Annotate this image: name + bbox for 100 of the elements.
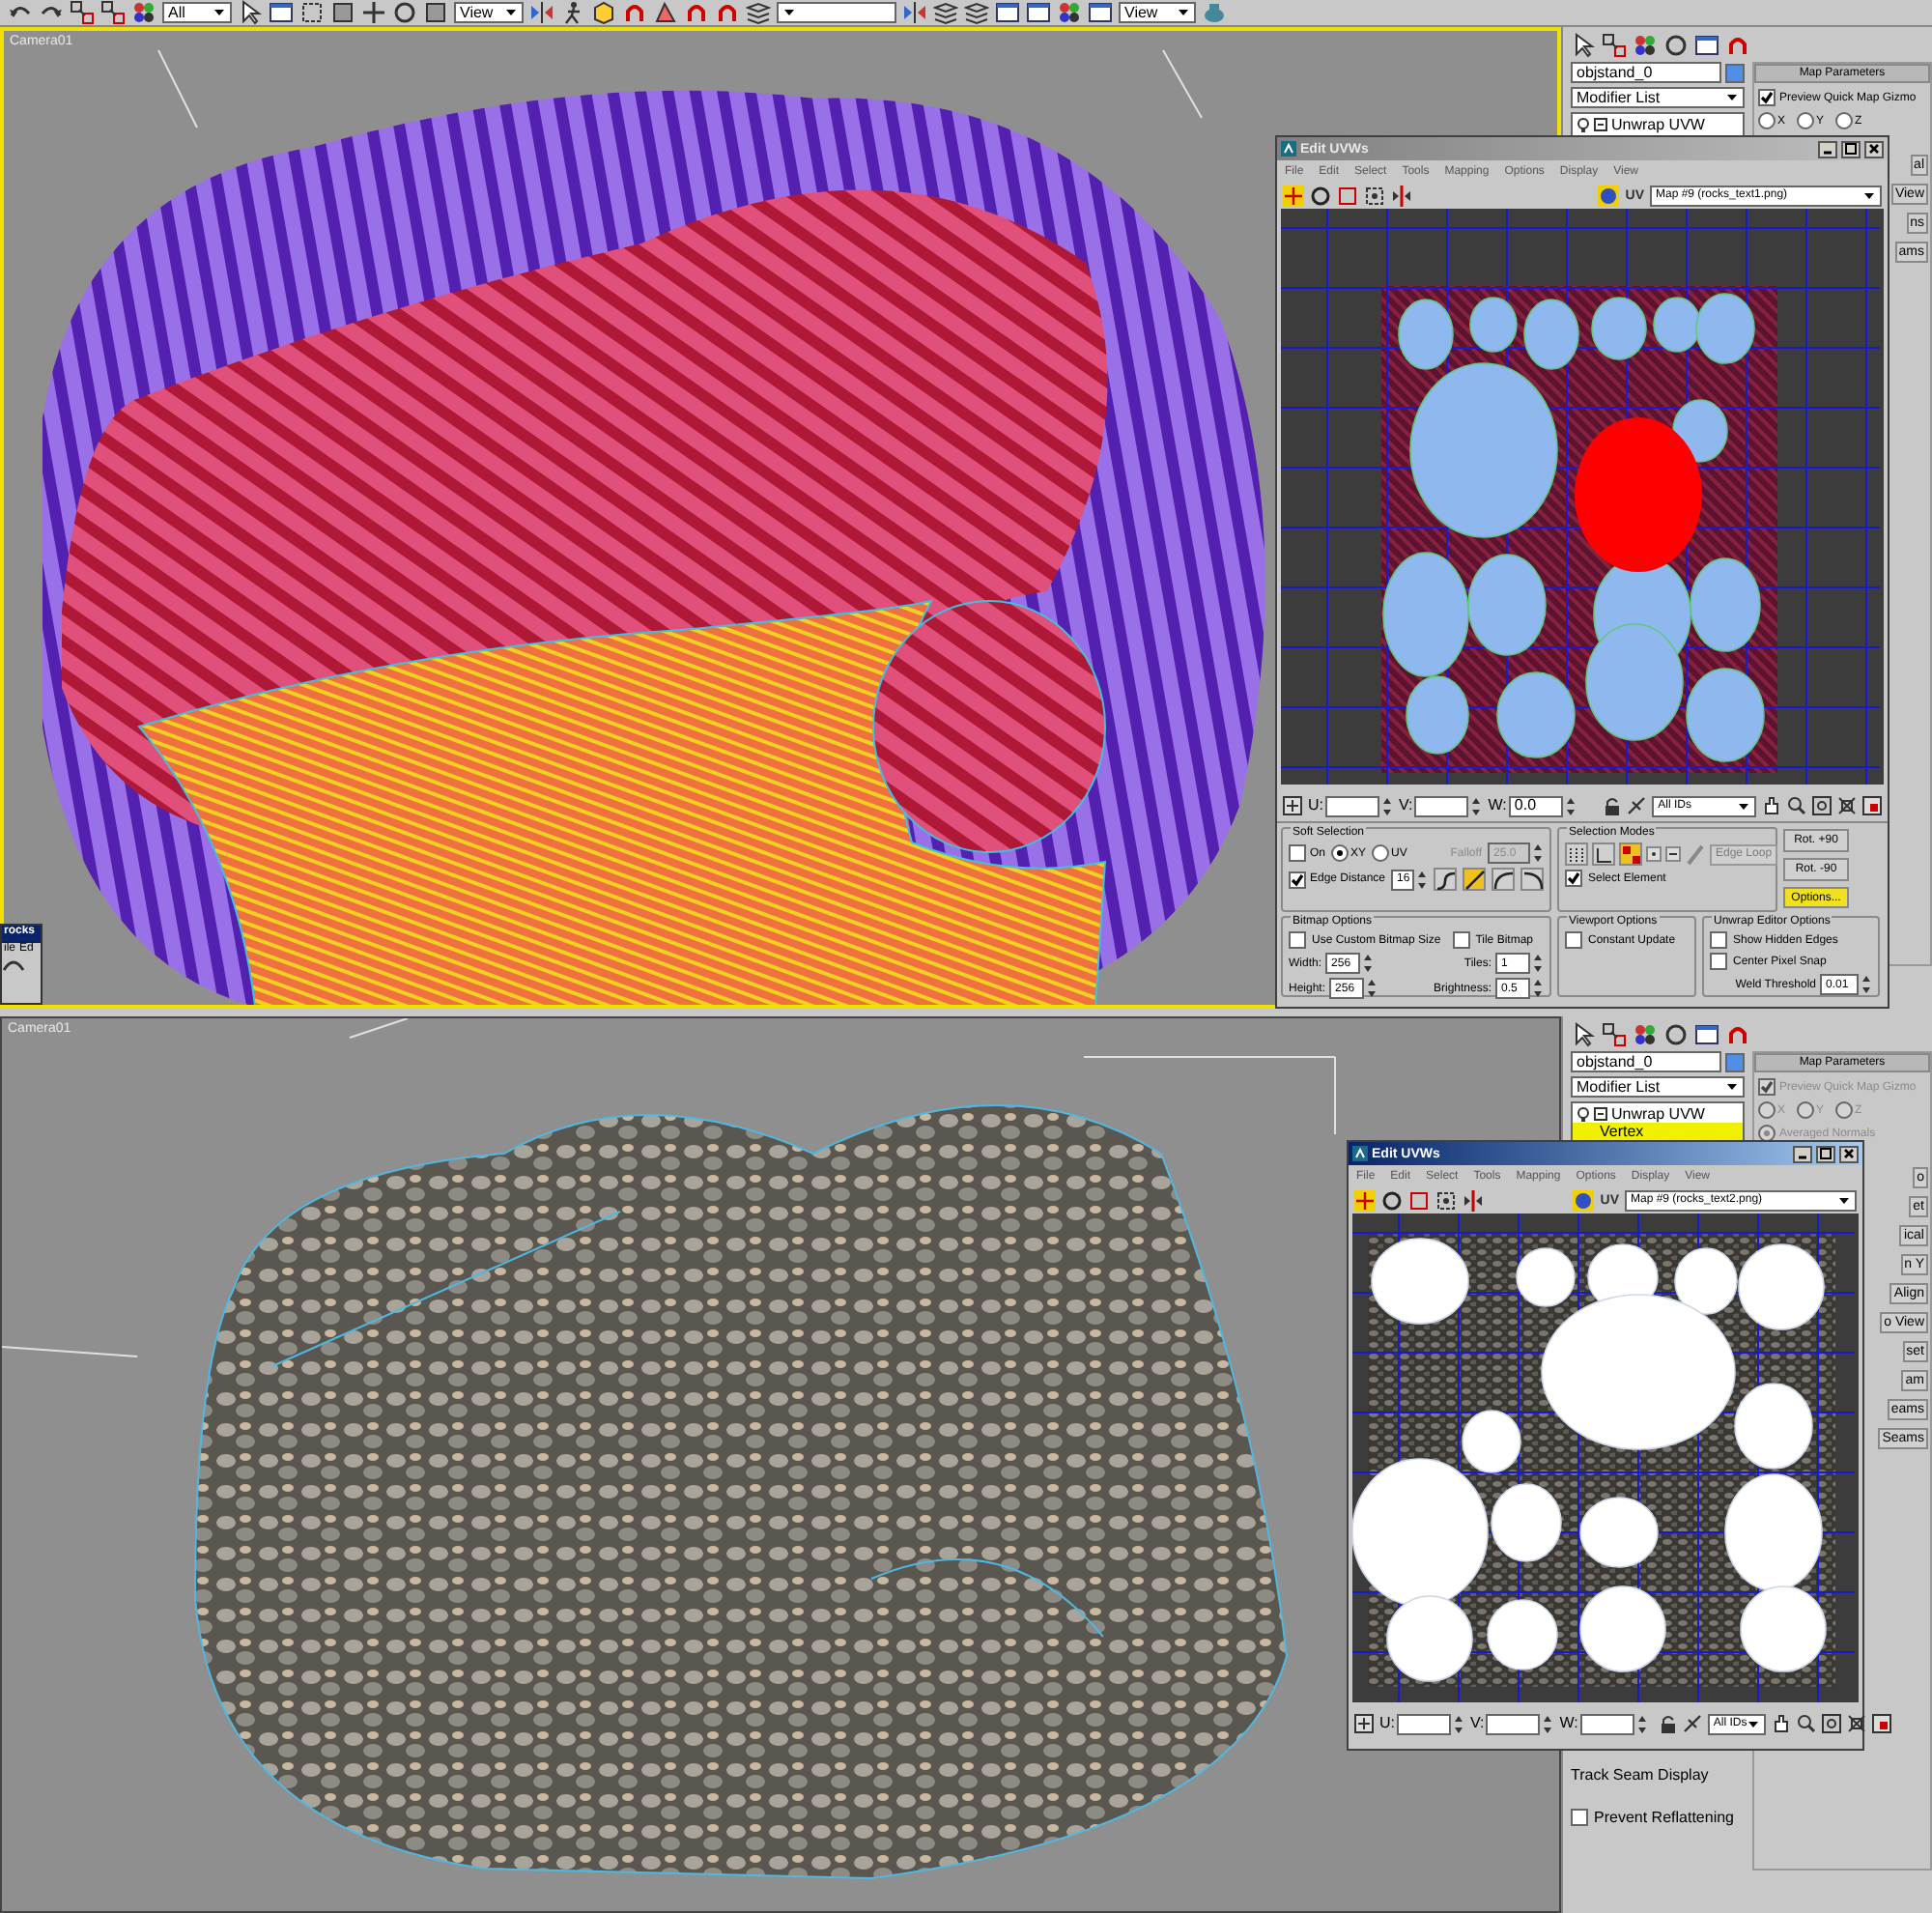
- spinner-arrows-icon[interactable]: [1381, 795, 1393, 816]
- spinner-arrows-icon[interactable]: [1366, 978, 1378, 999]
- spinner-arrows-icon[interactable]: [1362, 953, 1375, 974]
- caret-icon[interactable]: [782, 6, 796, 19]
- magnet-icon[interactable]: [622, 0, 647, 25]
- falloff-curve-button[interactable]: [1434, 868, 1458, 891]
- checkbox[interactable]: [1289, 931, 1306, 949]
- mirror-icon[interactable]: [902, 0, 927, 25]
- pan-hand-icon[interactable]: [1772, 1714, 1792, 1733]
- checkbox[interactable]: [1452, 931, 1470, 949]
- modifier-list-dropdown[interactable]: Modifier List: [1571, 1076, 1745, 1098]
- checkbox[interactable]: [1571, 1809, 1588, 1826]
- scale-tool-icon[interactable]: [1408, 1189, 1430, 1211]
- mirror-tool-icon[interactable]: [1463, 1189, 1484, 1211]
- magnet-icon[interactable]: [684, 0, 709, 25]
- link-icon[interactable]: [70, 0, 95, 25]
- caret-icon[interactable]: [1862, 188, 1876, 202]
- absolute-offset-icon[interactable]: [1354, 1714, 1374, 1733]
- window-button[interactable]: [1818, 140, 1837, 157]
- texture-toggle-icon[interactable]: [1862, 796, 1882, 815]
- dropdown[interactable]: [777, 2, 896, 23]
- move-icon[interactable]: [361, 0, 386, 25]
- rotate-tab-icon[interactable]: [1663, 33, 1689, 58]
- falloff-curve-button[interactable]: [1492, 868, 1516, 891]
- rotate-icon[interactable]: [392, 0, 417, 25]
- selection-rectangle-icon[interactable]: [299, 0, 325, 25]
- spheres-tab-icon[interactable]: [1633, 33, 1658, 58]
- cursor-tab-icon[interactable]: [1571, 1022, 1596, 1047]
- layers-icon[interactable]: [746, 0, 771, 25]
- window-button[interactable]: [1793, 1145, 1812, 1162]
- window-tab-icon[interactable]: [1694, 33, 1719, 58]
- link-icon[interactable]: [100, 0, 126, 25]
- checkbox[interactable]: [1289, 844, 1306, 862]
- layers-icon[interactable]: [964, 0, 989, 25]
- move-tool-icon[interactable]: [1283, 185, 1304, 206]
- zoom-region-icon[interactable]: [1822, 1714, 1842, 1733]
- spinner-arrows-icon[interactable]: [1861, 974, 1872, 995]
- spinner-field[interactable]: 0.0: [1508, 795, 1563, 816]
- globe-icon[interactable]: [1598, 185, 1620, 206]
- window-button[interactable]: [1816, 1145, 1835, 1162]
- lock-icon[interactable]: [1604, 796, 1622, 815]
- object-name-field[interactable]: objstand_0: [1571, 1051, 1721, 1072]
- selection-mode-button[interactable]: [1592, 842, 1615, 866]
- spinner-arrows-icon[interactable]: [1635, 1713, 1648, 1734]
- caret-icon[interactable]: [213, 6, 226, 19]
- absolute-offset-icon[interactable]: [1283, 796, 1302, 815]
- checkbox[interactable]: [1710, 931, 1727, 949]
- stack-item[interactable]: Vertex: [1573, 1123, 1743, 1140]
- window-icon[interactable]: [995, 0, 1020, 25]
- spinner-arrows-icon[interactable]: [1564, 795, 1577, 816]
- radio-button[interactable]: [1835, 1101, 1854, 1119]
- caret-icon[interactable]: [1737, 799, 1750, 813]
- radio-button[interactable]: [1372, 844, 1390, 862]
- zoom-extents-icon[interactable]: [1847, 1714, 1867, 1733]
- caret-icon[interactable]: [1177, 6, 1190, 19]
- window-button[interactable]: [1864, 140, 1884, 157]
- spinner-arrows-icon[interactable]: [1470, 795, 1483, 816]
- magnet-tab-icon[interactable]: [1725, 33, 1750, 58]
- checkbox[interactable]: [1565, 931, 1582, 949]
- link-tab-icon[interactable]: [1602, 1022, 1627, 1047]
- radio-button[interactable]: [1797, 1101, 1815, 1119]
- cursor-tab-icon[interactable]: [1571, 33, 1596, 58]
- radio-button[interactable]: [1758, 112, 1776, 129]
- pan-hand-icon[interactable]: [1762, 796, 1781, 815]
- falloff-curve-button[interactable]: [1463, 868, 1487, 891]
- spinner-field[interactable]: [1414, 795, 1469, 816]
- stack-item[interactable]: Unwrap UVW: [1573, 116, 1743, 133]
- dropdown[interactable]: View: [1119, 2, 1196, 23]
- move-tool-icon[interactable]: [1354, 1189, 1376, 1211]
- checkbox[interactable]: [1565, 870, 1582, 887]
- window-button[interactable]: [1839, 1145, 1859, 1162]
- window-tab-icon[interactable]: [1694, 1022, 1719, 1047]
- spheres-icon[interactable]: [1057, 0, 1082, 25]
- rotate-tool-icon[interactable]: [1310, 185, 1331, 206]
- radio-button[interactable]: [1835, 112, 1854, 129]
- layers-icon[interactable]: [933, 0, 958, 25]
- spinner-arrows-icon[interactable]: [1532, 978, 1544, 999]
- window-icon[interactable]: [1026, 0, 1051, 25]
- link-tab-icon[interactable]: [1602, 33, 1627, 58]
- light-bulb-icon[interactable]: [1577, 117, 1590, 132]
- falloff-curve-button[interactable]: [1520, 868, 1545, 891]
- cursor-icon[interactable]: [238, 0, 263, 25]
- collapse-box-icon[interactable]: [1594, 118, 1607, 131]
- mirror-icon[interactable]: [529, 0, 554, 25]
- radio-button[interactable]: [1797, 112, 1815, 129]
- magnet-tab-icon[interactable]: [1725, 1022, 1750, 1047]
- uv-canvas[interactable]: [1281, 209, 1884, 785]
- window-icon[interactable]: [269, 0, 294, 25]
- checkbox[interactable]: [1758, 89, 1776, 106]
- caret-icon[interactable]: [1747, 1717, 1761, 1730]
- globe-icon[interactable]: [1573, 1189, 1595, 1211]
- walking-figure-icon[interactable]: [560, 0, 585, 25]
- object-color-swatch[interactable]: [1725, 63, 1745, 82]
- spinner-field[interactable]: [1579, 1713, 1634, 1734]
- scale-icon[interactable]: [330, 0, 355, 25]
- radio-button[interactable]: [1331, 844, 1350, 862]
- spinner-arrows-icon[interactable]: [1416, 869, 1429, 890]
- spinner-arrows-icon[interactable]: [1453, 1713, 1464, 1734]
- scale-tool-icon[interactable]: [1337, 185, 1358, 206]
- stack-item[interactable]: Unwrap UVW: [1573, 1105, 1743, 1123]
